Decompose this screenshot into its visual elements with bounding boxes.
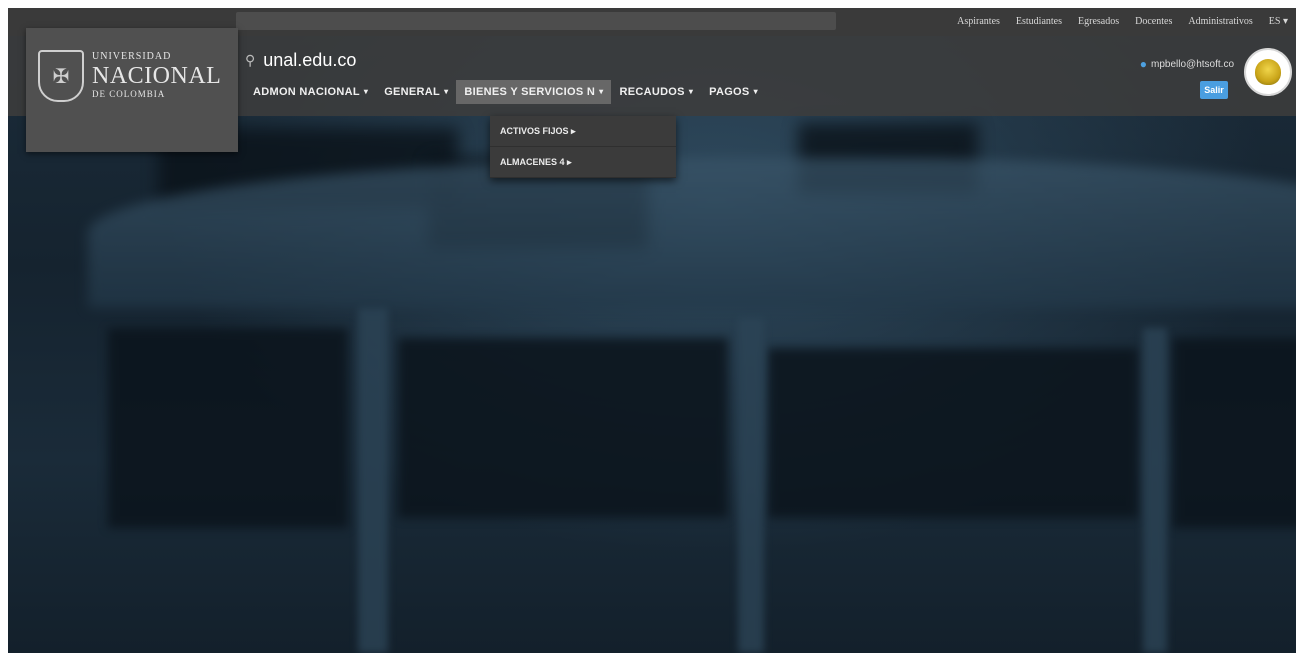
coat-of-arms-icon	[1255, 59, 1281, 85]
topnav-link-administrativos[interactable]: Administrativos	[1180, 8, 1260, 36]
main-nav: ADMON NACIONAL ▾ GENERAL ▾ BIENES Y SERV…	[245, 80, 766, 104]
nav-item-general[interactable]: GENERAL ▾	[376, 80, 456, 104]
user-icon: ●	[1139, 57, 1148, 71]
logout-button[interactable]: Salir	[1200, 81, 1228, 99]
user-account[interactable]: ● mpbello@htsoft.co	[1140, 57, 1234, 71]
university-logo[interactable]: ✠ UNIVERSIDAD NACIONAL DE COLOMBIA	[26, 28, 238, 152]
logo-wordmark: UNIVERSIDAD NACIONAL DE COLOMBIA	[92, 52, 221, 99]
nav-item-label: BIENES Y SERVICIOS N	[464, 86, 596, 98]
audience-nav: Aspirantes Estudiantes Egresados Docente…	[949, 8, 1296, 36]
nav-item-label: GENERAL	[384, 86, 441, 98]
chevron-down-icon: ▾	[363, 87, 369, 96]
background-shape	[1143, 328, 1167, 653]
user-email: mpbello@htsoft.co	[1151, 58, 1234, 70]
nav-item-label: PAGOS	[709, 86, 750, 98]
nav-item-label: RECAUDOS	[619, 86, 685, 98]
topnav-link-estudiantes[interactable]: Estudiantes	[1008, 8, 1070, 36]
map-pin-icon: ⚲	[245, 52, 256, 68]
chevron-down-icon: ▾	[753, 87, 758, 96]
chevron-down-icon: ▾	[1282, 16, 1288, 27]
nav-item-bienes-y-servicios[interactable]: BIENES Y SERVICIOS N ▾	[456, 80, 612, 104]
bienes-servicios-dropdown: ACTIVOS FIJOS ▸ ALMACENES 4 ▸	[490, 116, 676, 178]
main-header: ✠ UNIVERSIDAD NACIONAL DE COLOMBIA ⚲ una…	[8, 28, 1296, 152]
nav-item-recaudos[interactable]: RECAUDOS ▾	[611, 80, 701, 104]
browser-viewport: Aspirantes Estudiantes Egresados Docente…	[8, 8, 1296, 653]
chevron-down-icon: ▾	[688, 87, 694, 96]
background-shape	[398, 338, 728, 518]
dropdown-item-activos-fijos[interactable]: ACTIVOS FIJOS ▸	[490, 116, 676, 147]
site-domain[interactable]: ⚲ unal.edu.co	[245, 50, 356, 71]
logo-line-1: UNIVERSIDAD	[92, 51, 172, 62]
logo-line-3: DE COLOMBIA	[92, 89, 166, 99]
background-shape	[738, 318, 764, 653]
language-label: ES	[1268, 16, 1281, 27]
shield-icon: ✠	[38, 50, 84, 102]
background-shape	[88, 158, 1296, 308]
background-shape	[108, 328, 348, 528]
nav-item-pagos[interactable]: PAGOS ▾	[701, 80, 766, 104]
top-bar-spacer	[236, 12, 836, 30]
background-shape	[358, 308, 388, 653]
nav-item-label: ADMON NACIONAL	[253, 86, 360, 98]
chevron-down-icon: ▾	[599, 87, 604, 96]
logo-line-2: NACIONAL	[92, 63, 222, 89]
background-shape	[1173, 338, 1296, 528]
language-selector[interactable]: ES ▾	[1261, 8, 1296, 36]
chevron-down-icon: ▾	[444, 87, 449, 96]
dropdown-item-almacenes[interactable]: ALMACENES 4 ▸	[490, 147, 676, 178]
topnav-link-aspirantes[interactable]: Aspirantes	[949, 8, 1008, 36]
topnav-link-docentes[interactable]: Docentes	[1127, 8, 1180, 36]
background-shape	[768, 348, 1138, 518]
topnav-link-egresados[interactable]: Egresados	[1070, 8, 1127, 36]
site-domain-text: unal.edu.co	[263, 50, 357, 70]
colombia-seal-logo	[1244, 48, 1292, 96]
nav-item-admon-nacional[interactable]: ADMON NACIONAL ▾	[245, 80, 376, 104]
